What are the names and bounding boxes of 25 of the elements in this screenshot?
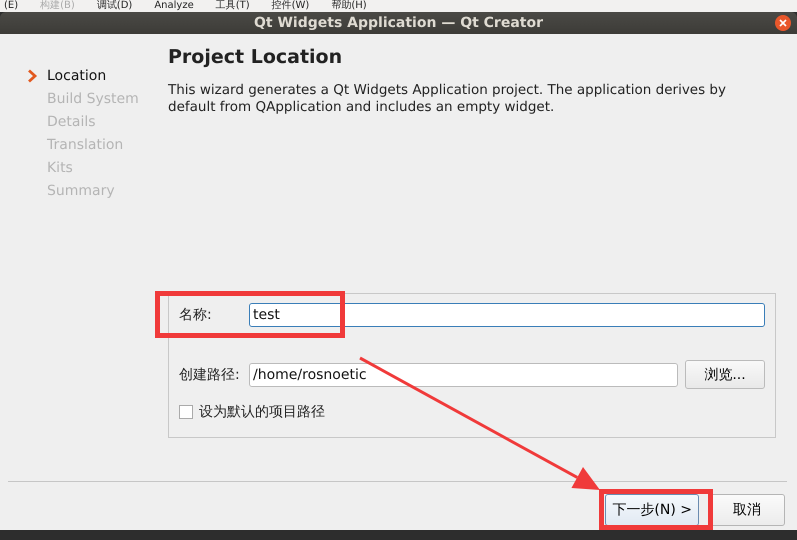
page-heading: Project Location — [168, 46, 344, 68]
menu-item[interactable]: 工具(T) — [216, 0, 250, 12]
name-field[interactable]: test — [249, 303, 765, 327]
menu-item[interactable]: Analyze — [154, 0, 194, 12]
chevron-icon — [26, 68, 40, 82]
wizard-step: Details — [47, 114, 96, 130]
path-field[interactable]: /home/rosnoetic — [249, 362, 678, 386]
path-label: 创建路径: — [179, 366, 241, 384]
window-title: Qt Widgets Application — Qt Creator — [254, 15, 543, 31]
menu-item[interactable]: 调试(D) — [96, 0, 132, 12]
wizard-step: Kits — [47, 160, 73, 176]
browse-button[interactable]: 浏览... — [685, 360, 765, 389]
checkbox[interactable] — [179, 405, 193, 419]
page-description: This wizard generates a Qt Widgets Application project. The application derives by default from QApplication and includes an empty widget. — [168, 82, 727, 116]
wizard-step: Summary — [47, 182, 115, 198]
wizard-step: Location — [47, 68, 106, 84]
close-icon[interactable] — [775, 15, 791, 31]
name-label: 名称: — [179, 306, 213, 324]
checkbox-label: 设为默认的项目路径 — [199, 403, 325, 421]
menu-item[interactable]: (E) — [4, 0, 18, 12]
wizard-step: Translation — [47, 136, 124, 152]
wizard-step: Build System — [47, 90, 139, 106]
menu-item[interactable]: 控件(W) — [272, 0, 310, 12]
next-button[interactable]: 下一步(N) > — [605, 494, 699, 526]
menu-item[interactable]: 帮助(H) — [331, 0, 367, 12]
